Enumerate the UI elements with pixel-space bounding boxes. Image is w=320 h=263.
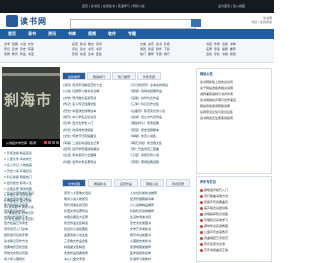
nav-item-software[interactable]: 软件 [108, 31, 116, 37]
news-item[interactable]: [外国] 世界文学名著导读 [63, 159, 127, 165]
bottom-col-2: 唐宋八大家散文选读 明清小说人物研究 现代诗歌名篇赏析 外国文学名著导读 中国古… [64, 190, 128, 262]
avatar-icon [200, 206, 203, 210]
list-item-label[interactable]: 音乐名家访谈录 [204, 242, 225, 246]
middle-tabs: 最新推荐 畅销排行 热门推荐 作家专题 [62, 72, 192, 80]
avatar-icon [200, 236, 203, 240]
subnav-group-3[interactable]: 文章 资讯 读书 影视 游戏 动漫 软件 下载 热门 推荐 专题 排行 [140, 42, 170, 57]
search-button[interactable] [191, 19, 201, 27]
featured-slider[interactable]: 刹海市 从零起步学仓库（陈博 [2, 67, 60, 147]
main-nav: 首页 读书 资讯 书库 视频 软件 专题 [0, 29, 274, 39]
subnav-group-1[interactable]: 文学 经典 小说 文化 传记 哲学 历史 军事 家教 教育 作品 书话 [4, 42, 34, 57]
notice-title: 网站公告 [200, 72, 213, 76]
list-item-label[interactable]: 钢琴伴奏实用教程 [204, 224, 228, 228]
notice-item[interactable]: 读书网会员注册使用指南 [200, 115, 236, 121]
tab-bestseller[interactable]: 畅销排行 [87, 72, 111, 80]
slider-dots [44, 141, 60, 145]
nav-item-library[interactable]: 书库 [68, 31, 76, 37]
tab-famous-authors[interactable]: 名家作品 [114, 179, 138, 187]
avatar-icon [200, 194, 203, 198]
notice-list: 读书网新版上线欢迎访问 关于网站改版的相关说明 诚聘兼职编辑与书评作者 读书网版… [200, 79, 236, 121]
list-item-label[interactable]: 儿童声乐启蒙教育 [204, 230, 228, 234]
subnav-group-2[interactable]: 名家 新书 散文 诗词 评论 杂文 书讯 书评 影视 动漫 全本 连载 [72, 42, 102, 57]
news-list-left: [诗词] 唐诗宋词精选赏析大全 [小说] 红楼梦人物关系全解 [文学] 现代散文… [63, 82, 127, 165]
slider-image-text: 刹海市 [4, 91, 53, 109]
slider-dot[interactable] [56, 141, 59, 144]
avatar-icon [200, 248, 203, 252]
list-item-label[interactable]: 合唱指挥知识讲座 [204, 212, 228, 216]
logo-text: 读书网 [20, 17, 47, 26]
news-item[interactable]: 《雷雨》曹禺经典话剧 [129, 159, 193, 165]
nav-item-home[interactable]: 首页 [8, 31, 16, 37]
avatar-icon [200, 242, 203, 246]
list-item[interactable]: 青少年心理成长 [4, 256, 60, 262]
list-item-label[interactable]: 戏曲唱腔艺术欣赏 [204, 236, 228, 240]
slider-dot[interactable] [44, 141, 47, 144]
photo-stripe [2, 73, 60, 76]
tab-film-originals[interactable]: 影视原著 [166, 179, 190, 187]
avatar-icon [200, 224, 203, 228]
list-item-label[interactable]: 美声唱法基础训练 [204, 206, 228, 210]
avatar-icon [200, 212, 203, 216]
subnav-group-4[interactable]: 书目 作者 出版 书单 名著 导读 编辑 推荐 活动 专栏 书摘 视频 [206, 42, 236, 57]
news-list-right: 《平凡的世界》全本在线阅读 《围城》钱钟书经典作品 《活着》余华代表作品 《三体… [129, 82, 193, 165]
nav-item-topics[interactable]: 专题 [128, 31, 136, 37]
vocal-panel-title: 声乐专栏目 [200, 180, 216, 184]
avatar-icon [200, 200, 203, 204]
slider-dot[interactable] [52, 141, 55, 144]
list-item-label[interactable]: 声乐考级曲目汇编 [204, 248, 228, 252]
tab-latest[interactable]: 最新推荐 [62, 72, 86, 80]
header-right: 读书网 书目 | 在线阅读 [246, 16, 272, 24]
top-links[interactable]: 首页 | 名书目 | 在线读书 | 英语学习 | 明清小说 [82, 4, 145, 8]
slider-dot[interactable] [48, 141, 51, 144]
avatar-icon [200, 230, 203, 234]
bottom-col-3: 人文社科类新书推荐 经济管理畅销书单 少儿读物精品推荐 科技科普读物推荐 生活休… [130, 190, 194, 262]
list-item-label[interactable]: 歌唱发声技巧入门 [204, 188, 228, 192]
nav-item-video[interactable]: 视频 [88, 31, 96, 37]
list-item-label[interactable]: 民族声乐经典曲目 [204, 200, 228, 204]
notice-panel: 网站公告 读书网新版上线欢迎访问 关于网站改版的相关说明 诚聘兼职编辑与书评作者… [196, 68, 272, 174]
search-input[interactable] [70, 19, 196, 29]
bottom-tabs: 文学经典 畅销新书 名家作品 网络小说 影视原著 [62, 179, 194, 187]
tab-classics[interactable]: 文学经典 [62, 179, 86, 187]
vocal-panel: 声乐专栏目 歌唱发声技巧入门 流行歌曲演唱方法 民族声乐经典曲目 美声唱法基础训… [196, 176, 272, 262]
site-logo[interactable]: 读书网 [6, 15, 58, 27]
sub-nav: 文学 经典 小说 文化 传记 哲学 历史 军事 家教 教育 作品 书话 名家 新… [0, 39, 274, 63]
nav-item-news[interactable]: 资讯 [48, 31, 56, 37]
list-item[interactable]: 冰心儿童文学选 [64, 256, 128, 262]
tab-hot[interactable]: 热门推荐 [112, 72, 136, 80]
list-item[interactable]: 外语学习类教材 [130, 256, 194, 262]
tab-authors[interactable]: 作家专题 [137, 72, 161, 80]
logo-mark-icon [6, 15, 18, 27]
top-bar: 首页 | 名书目 | 在线读书 | 英语学习 | 明清小说 设为首页 | 加入收… [0, 0, 274, 13]
list-item-label[interactable]: 乐理知识系统学习 [204, 218, 228, 222]
top-right-links[interactable]: 设为首页 | 加入收藏 [218, 4, 245, 8]
avatar-icon [200, 188, 203, 192]
bottom-col-1: 一位设计师的成长手记 走遍世界的旅行笔记 都市职场生存指南 家庭教育的智慧 中国… [4, 190, 60, 262]
list-item-label[interactable]: 流行歌曲演唱方法 [204, 194, 228, 198]
tab-new-bestsellers[interactable]: 畅销新书 [88, 179, 112, 187]
list-item[interactable]: 声乐考级曲目汇编 [200, 247, 228, 253]
tab-web-novels[interactable]: 网络小说 [140, 179, 164, 187]
header-right-line2[interactable]: 书目 | 在线阅读 [246, 20, 272, 24]
slider-caption[interactable]: 从零起步学仓库（陈博 [6, 141, 36, 145]
avatar-icon [200, 218, 203, 222]
nav-item-read[interactable]: 读书 [28, 31, 36, 37]
vocal-list: 歌唱发声技巧入门 流行歌曲演唱方法 民族声乐经典曲目 美声唱法基础训练 合唱指挥… [200, 187, 228, 253]
